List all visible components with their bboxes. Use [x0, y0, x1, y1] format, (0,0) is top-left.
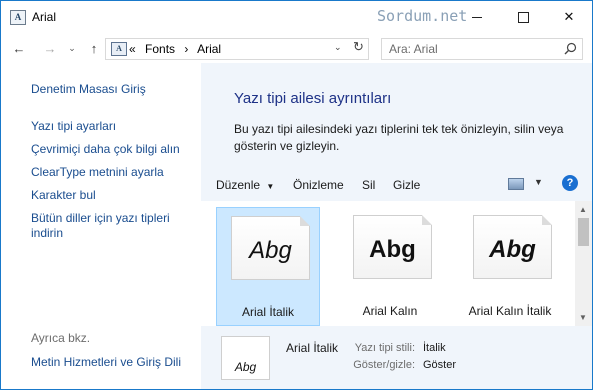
vertical-scrollbar[interactable]: ▲ ▼: [575, 201, 592, 326]
font-tile[interactable]: Abg Arial Kalın İtalik: [459, 207, 561, 324]
minimize-icon: [472, 16, 482, 18]
back-button[interactable]: ←: [10, 39, 28, 57]
font-name-label: Arial Kalın: [362, 304, 418, 318]
left-pane: Denetim Masası Giriş Yazı tipi ayarları …: [1, 63, 201, 389]
content-pane: Yazı tipi ailesi ayrıntıları Bu yazı tip…: [201, 63, 592, 389]
scroll-up-icon[interactable]: ▲: [579, 205, 587, 214]
change-view-icon[interactable]: [508, 178, 524, 190]
font-file-icon: A: [10, 10, 26, 25]
up-arrow-icon: ↑: [90, 40, 98, 56]
font-list: Abg Arial İtalik Abg Arial Kalın Abg Ari…: [201, 201, 592, 326]
description-line: Bu yazı tipi ailesindeki yazı tiplerini …: [234, 122, 564, 136]
font-name-label: Arial İtalik: [241, 305, 294, 319]
maximize-icon: [517, 11, 529, 23]
details-style-value: İtalik: [423, 342, 446, 354]
hide-button[interactable]: Gizle: [393, 178, 420, 192]
download-all-languages-link-line2[interactable]: indirin: [31, 225, 63, 242]
dropdown-arrow-icon: ▼: [266, 182, 275, 191]
page-description: Bu yazı tipi ailesindeki yazı tiplerini …: [234, 121, 574, 155]
maximize-button[interactable]: [500, 1, 546, 33]
details-pane: Abg Arial İtalik Yazı tipi stili: İtalik…: [201, 326, 592, 389]
minimize-button[interactable]: [454, 1, 500, 33]
view-options-button[interactable]: ▼: [534, 177, 543, 187]
delete-button[interactable]: Sil: [362, 178, 375, 192]
command-bar: Düzenle ▼ Önizleme Sil Gizle ▼ ?: [201, 168, 592, 201]
text-services-link[interactable]: Metin Hizmetleri ve Giriş Dili: [31, 354, 181, 371]
details-style-key: Yazı tipi stili:: [354, 342, 415, 354]
address-bar[interactable]: A « Fonts › Arial ⌄ ↻: [105, 38, 369, 60]
adjust-cleartype-link[interactable]: ClearType metnini ayarla: [31, 164, 164, 181]
font-preview-text: Abg: [369, 236, 416, 263]
page-title: Yazı tipi ailesi ayrıntıları: [234, 90, 392, 107]
font-tile[interactable]: Abg Arial Kalın: [339, 207, 441, 324]
close-button[interactable]: ✕: [546, 1, 592, 33]
breadcrumb: « Fonts › Arial: [129, 42, 227, 56]
breadcrumb-separator-icon[interactable]: ›: [184, 42, 188, 56]
scroll-thumb[interactable]: [578, 218, 589, 246]
address-dropdown-button[interactable]: ⌄: [334, 42, 342, 53]
help-icon[interactable]: ?: [562, 175, 578, 191]
window-title: Arial: [32, 10, 57, 24]
forward-arrow-icon: →: [43, 40, 57, 56]
font-preview-card: Abg: [231, 216, 310, 280]
back-arrow-icon: ←: [12, 40, 26, 56]
details-visibility-value: Göster: [423, 359, 457, 371]
forward-button[interactable]: →: [41, 39, 59, 57]
details-visibility-key: Göster/gizle:: [353, 359, 415, 371]
font-preview-card: Abg: [473, 215, 552, 279]
font-settings-link[interactable]: Yazı tipi ayarları: [31, 118, 116, 135]
search-icon: [564, 42, 577, 55]
scroll-down-icon[interactable]: ▼: [579, 313, 587, 322]
font-name-label: Arial Kalın İtalik: [468, 304, 552, 318]
breadcrumb-fonts[interactable]: Fonts: [145, 42, 175, 56]
up-button[interactable]: ↑: [85, 39, 103, 57]
recent-locations-button[interactable]: ⌄: [63, 39, 81, 57]
font-preview-text: Abg: [489, 236, 536, 263]
search-input[interactable]: Ara: Arial: [381, 38, 583, 60]
description-line: gösterin ve gizleyin.: [234, 139, 340, 153]
refresh-button[interactable]: ↻: [353, 39, 364, 55]
organize-label: Düzenle: [216, 178, 261, 192]
address-row: ← → ⌄ ↑ A « Fonts › Arial ⌄ ↻ Ara: Arial: [1, 33, 592, 63]
find-character-link[interactable]: Karakter bul: [31, 187, 96, 204]
explorer-window: A Arial Sordum.net ✕ ← → ⌄ ↑ A « Fonts ›…: [0, 0, 593, 390]
organize-button[interactable]: Düzenle ▼: [216, 178, 274, 192]
search-placeholder: Ara: Arial: [389, 42, 438, 56]
fonts-folder-icon: A: [111, 42, 127, 56]
breadcrumb-arial[interactable]: Arial: [197, 42, 221, 56]
title-bar: A Arial Sordum.net ✕: [1, 1, 592, 33]
get-more-info-online-link[interactable]: Çevrimiçi daha çok bilgi alın: [31, 141, 180, 158]
breadcrumb-overflow[interactable]: «: [129, 42, 136, 56]
close-icon: ✕: [563, 9, 575, 24]
chevron-down-icon: ⌄: [68, 42, 76, 53]
details-preview-text: Abg: [234, 360, 257, 374]
preview-button[interactable]: Önizleme: [293, 178, 344, 192]
font-preview-text: Abg: [249, 237, 292, 264]
font-tile[interactable]: Abg Arial İtalik: [216, 207, 320, 326]
details-font-thumbnail: Abg: [221, 336, 270, 380]
see-also-heading: Ayrıca bkz.: [31, 331, 91, 345]
font-preview-card: Abg: [353, 215, 432, 279]
control-panel-home-link[interactable]: Denetim Masası Giriş: [31, 81, 146, 98]
